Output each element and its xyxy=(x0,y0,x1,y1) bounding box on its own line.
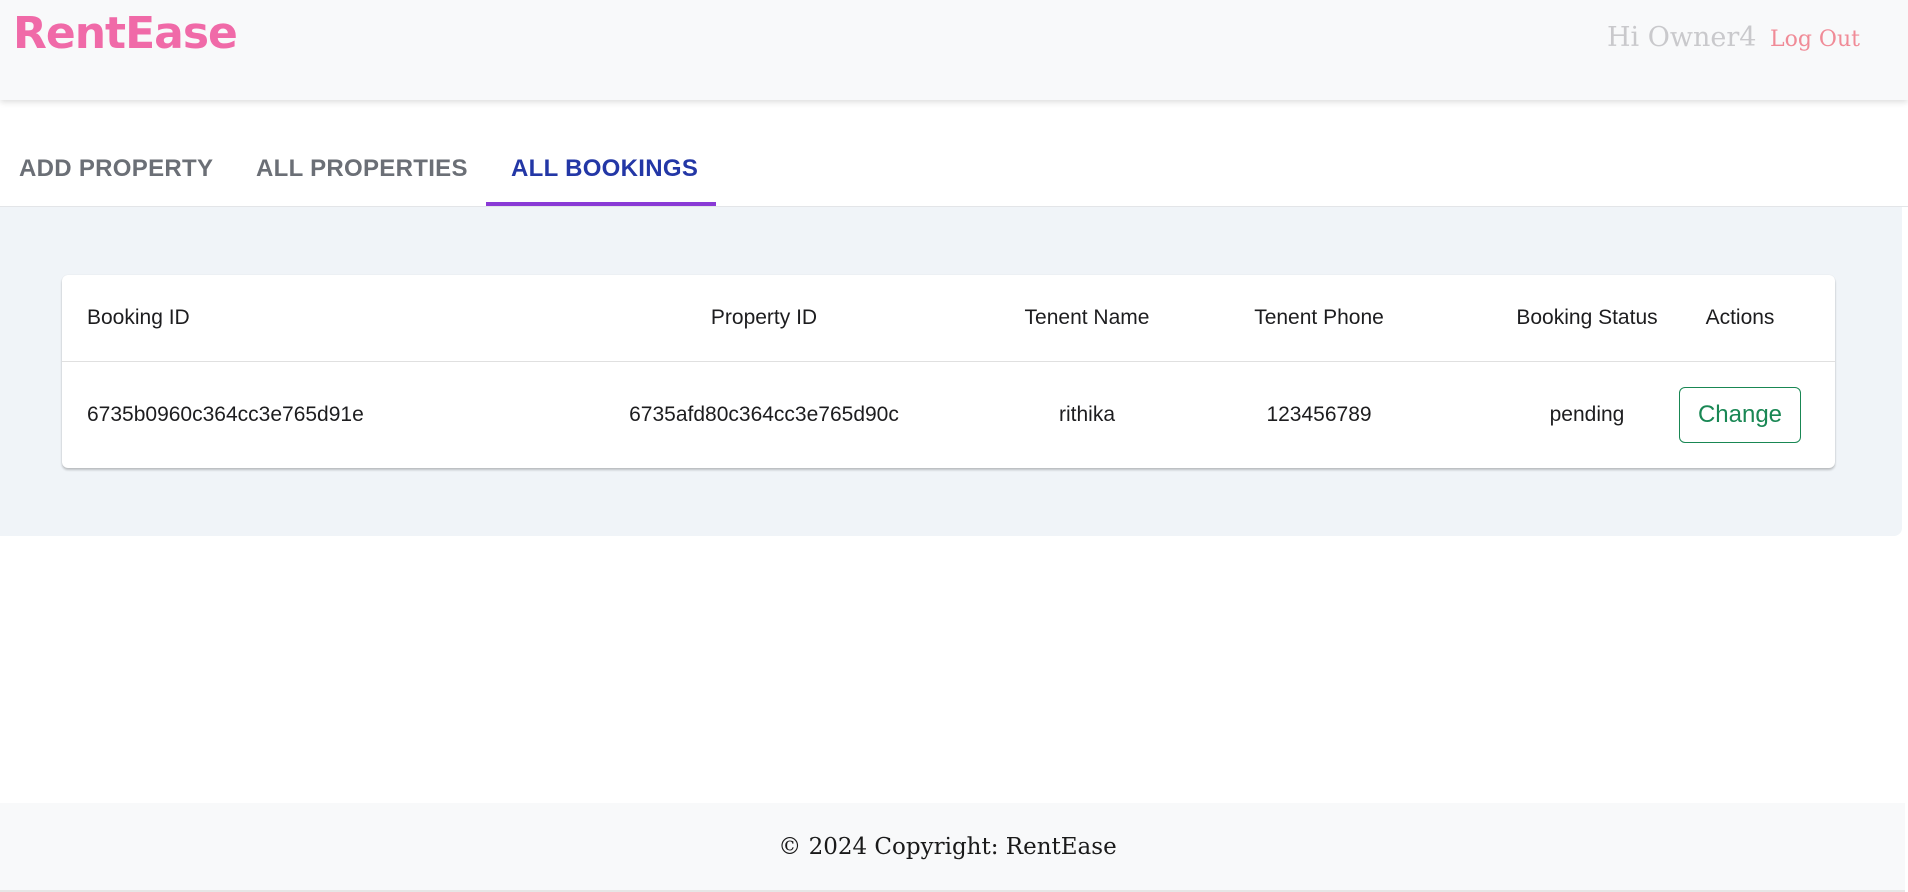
tenant-phone-cell: 123456789 xyxy=(1266,403,1372,426)
tab-bar: ADD PROPERTY ALL PROPERTIES ALL BOOKINGS xyxy=(0,100,1908,207)
column-header-property-id: Property ID xyxy=(710,306,818,329)
user-greeting: Hi Owner4 xyxy=(1607,22,1757,53)
column-header-tenant-phone: Tenent Phone xyxy=(1254,306,1384,329)
bookings-table: Booking ID Property ID Tenent Name Tenen… xyxy=(62,275,1835,468)
column-header-booking-id: Booking ID xyxy=(87,306,190,329)
change-status-button[interactable]: Change xyxy=(1679,387,1801,443)
booking-id-cell: 6735b0960c364cc3e765d91e xyxy=(87,403,364,426)
active-tab-indicator xyxy=(486,202,716,206)
tab-add-property[interactable]: ADD PROPERTY xyxy=(19,155,213,195)
copyright-text: © 2024 Copyright: RentEase xyxy=(778,833,1117,860)
footer: © 2024 Copyright: RentEase xyxy=(0,803,1905,892)
tab-all-properties[interactable]: ALL PROPERTIES xyxy=(256,155,468,195)
navbar: RentEase Hi Owner4 Log Out xyxy=(0,0,1908,100)
table-row: 6735b0960c364cc3e765d91e 6735afd80c364cc… xyxy=(62,362,1835,468)
actions-cell: Change xyxy=(1670,362,1810,468)
logout-link[interactable]: Log Out xyxy=(1770,27,1860,52)
tab-all-bookings[interactable]: ALL BOOKINGS xyxy=(511,155,698,195)
bookings-panel: Booking ID Property ID Tenent Name Tenen… xyxy=(0,207,1902,536)
brand-logo[interactable]: RentEase xyxy=(13,8,238,59)
table-header-row: Booking ID Property ID Tenent Name Tenen… xyxy=(62,275,1835,362)
property-id-cell: 6735afd80c364cc3e765d90c xyxy=(629,403,899,426)
column-header-actions: Actions xyxy=(1705,306,1775,329)
